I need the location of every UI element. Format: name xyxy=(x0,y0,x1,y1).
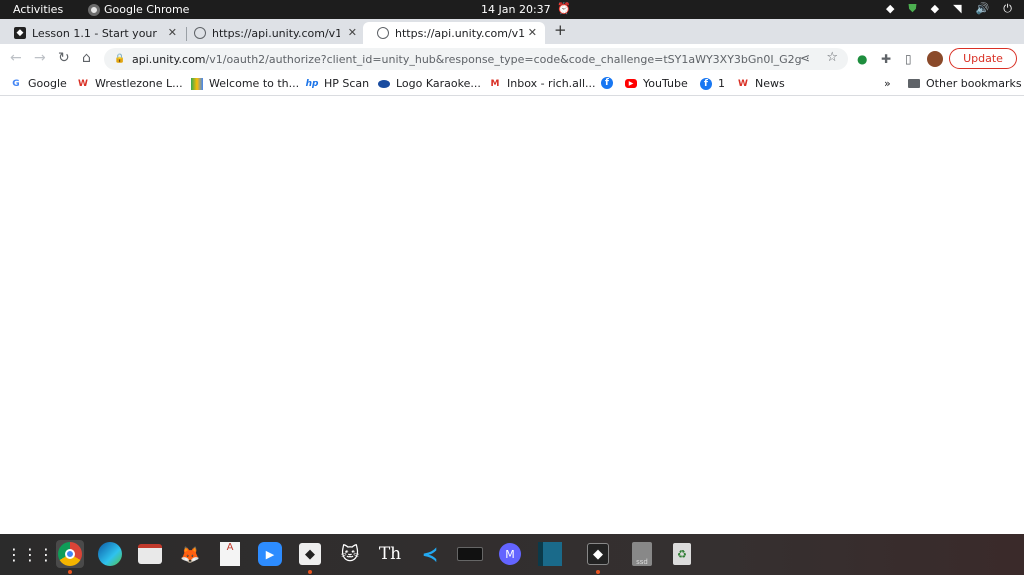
book-icon[interactable] xyxy=(536,540,564,568)
bookmark-google[interactable]: G Google xyxy=(10,77,67,90)
extensions-puzzle-icon[interactable]: ✚ xyxy=(881,52,891,66)
bookmark-star-icon[interactable]: ☆ xyxy=(826,50,838,65)
bookmark-youtube[interactable]: ▶ YouTube xyxy=(625,77,688,90)
tab-lesson[interactable]: ◆ Lesson 1.1 - Start your 3D ✕ xyxy=(0,22,185,44)
app-menu[interactable]: Google Chrome xyxy=(88,3,189,16)
keyboard-icon[interactable] xyxy=(456,540,484,568)
tab-title: Lesson 1.1 - Start your 3D xyxy=(32,26,160,40)
edge-icon[interactable] xyxy=(96,540,124,568)
google-icon: G xyxy=(12,78,20,89)
back-button[interactable]: ← xyxy=(10,50,22,66)
bookmark-label: 1 xyxy=(718,77,725,90)
close-icon[interactable]: ✕ xyxy=(348,26,357,39)
unity-hub-icon[interactable]: ◆ xyxy=(296,540,324,574)
bookmark-label: Wrestlezone L... xyxy=(95,77,183,90)
bookmarks-overflow-button[interactable]: » xyxy=(884,77,891,90)
bookmark-wrestlezone[interactable]: W Wrestlezone L... xyxy=(77,77,183,90)
apps-grid-icon[interactable]: ⋮⋮⋮ xyxy=(6,540,54,568)
folder-icon xyxy=(908,79,920,88)
shield-icon[interactable]: ⛊ xyxy=(908,2,916,16)
chrome-icon xyxy=(88,3,100,16)
bookmark-hp-scan[interactable]: hp HP Scan xyxy=(305,77,370,90)
home-button[interactable]: ⌂ xyxy=(82,50,91,66)
activities-button[interactable]: Activities xyxy=(13,3,63,16)
bookmark-logo-karaoke[interactable]: Logo Karaoke... xyxy=(378,77,481,90)
unity-tray-icon[interactable]: ◆ xyxy=(886,2,894,16)
bookmark-inbox[interactable]: M Inbox - rich.all... xyxy=(489,77,596,90)
close-icon[interactable]: ✕ xyxy=(528,26,537,39)
unity-icon: ◆ xyxy=(14,27,26,39)
globe-icon xyxy=(194,27,206,39)
facebook-icon: f xyxy=(601,77,613,89)
bookmark-label: YouTube xyxy=(643,77,688,90)
bookmark-label: Welcome to th... xyxy=(209,77,300,90)
tab-strip: ◆ Lesson 1.1 - Start your 3D ✕ https://a… xyxy=(0,19,1024,44)
side-panel-icon[interactable]: ▯ xyxy=(905,52,912,66)
bookmark-label: News xyxy=(755,77,785,90)
alarm-icon: ⏰ xyxy=(557,2,571,15)
tab-api-unity-1[interactable]: https://api.unity.com/v1/ ✕ xyxy=(180,22,365,44)
close-icon[interactable]: ✕ xyxy=(168,26,177,39)
logo-icon xyxy=(378,79,390,88)
zoom-icon[interactable]: ▶ xyxy=(256,540,284,568)
chrome-icon[interactable] xyxy=(56,540,84,574)
text-editor-icon[interactable]: A xyxy=(216,540,244,568)
url-path: /v1/oauth2/authorize?client_id=unity_hub… xyxy=(205,52,802,66)
url-text[interactable]: api.unity.com/v1/oauth2/authorize?client… xyxy=(132,53,802,66)
other-bookmarks[interactable]: Other bookmarks xyxy=(908,77,1022,90)
facebook-icon: f xyxy=(700,77,712,90)
page-content xyxy=(0,97,1024,534)
files-icon[interactable] xyxy=(136,540,164,568)
hp-icon: hp xyxy=(305,78,319,89)
unity-tray-icon-2[interactable]: ◆ xyxy=(931,2,939,16)
forward-button[interactable]: → xyxy=(34,50,46,66)
system-top-bar: Activities Google Chrome 14 Jan 20:37 ⏰ … xyxy=(0,0,1024,19)
ssd-icon[interactable]: ssd xyxy=(628,540,656,568)
bookmark-label: HP Scan xyxy=(324,77,370,90)
vscode-icon[interactable]: ≺ xyxy=(416,540,444,568)
system-tray[interactable]: ◆ ⛊ ◆ ◥ 🔊 ⏻ xyxy=(886,2,1012,16)
gimp-icon[interactable]: 🦊 xyxy=(176,540,204,568)
profile-avatar[interactable] xyxy=(927,51,943,67)
mastodon-icon[interactable]: M xyxy=(496,540,524,568)
new-tab-button[interactable]: + xyxy=(554,21,567,39)
power-icon[interactable]: ⏻ xyxy=(1003,2,1012,16)
bookmark-facebook-1[interactable]: f 1 xyxy=(700,77,725,90)
gift-icon xyxy=(191,77,203,90)
volume-icon[interactable]: 🔊 xyxy=(976,2,990,16)
globe-icon xyxy=(377,27,389,39)
typography-icon[interactable]: Th xyxy=(376,540,404,568)
gmail-icon: M xyxy=(490,78,500,89)
wifi-icon[interactable]: ◥ xyxy=(953,2,961,16)
lock-icon[interactable]: 🔒 xyxy=(114,54,125,64)
scratch-icon[interactable]: 🐱 xyxy=(336,540,364,568)
address-bar[interactable]: 🔒 api.unity.com/v1/oauth2/authorize?clie… xyxy=(104,48,848,70)
bookmark-welcome[interactable]: Welcome to th... xyxy=(191,77,299,90)
tab-title: https://api.unity.com/v1/ xyxy=(212,26,340,40)
bookmark-news[interactable]: W News xyxy=(737,77,785,90)
share-icon[interactable]: ⋖ xyxy=(800,51,810,65)
bookmark-label: Inbox - rich.all... xyxy=(507,77,596,90)
bookmark-label: Google xyxy=(28,77,67,90)
clock[interactable]: 14 Jan 20:37 xyxy=(481,3,551,16)
tab-api-unity-2[interactable]: https://api.unity.com/v1/ ✕ xyxy=(363,22,545,44)
other-bookmarks-label: Other bookmarks xyxy=(926,77,1022,90)
extension-grammarly-icon[interactable]: ● xyxy=(857,52,867,66)
bookmark-label: Logo Karaoke... xyxy=(396,77,481,90)
trash-icon[interactable]: ♻ xyxy=(668,540,696,568)
youtube-icon: ▶ xyxy=(625,79,637,88)
w-icon: W xyxy=(738,78,748,89)
bookmarks-bar: G Google W Wrestlezone L... Welcome to t… xyxy=(0,74,1024,96)
bookmark-facebook[interactable]: f xyxy=(601,77,619,89)
url-host: api.unity.com xyxy=(132,52,206,66)
w-icon: W xyxy=(78,78,88,89)
unity-editor-icon[interactable]: ◆ xyxy=(584,540,612,574)
reload-button[interactable]: ↻ xyxy=(58,50,70,66)
browser-toolbar: ← → ↻ ⌂ 🔒 api.unity.com/v1/oauth2/author… xyxy=(0,44,1024,74)
tab-title: https://api.unity.com/v1/ xyxy=(395,26,525,40)
dock: ⋮⋮⋮ 🦊 A ▶ ◆ 🐱 Th ≺ M ◆ ssd ♻ xyxy=(0,534,1024,575)
app-name-label: Google Chrome xyxy=(104,3,190,16)
update-button[interactable]: Update xyxy=(949,48,1017,69)
